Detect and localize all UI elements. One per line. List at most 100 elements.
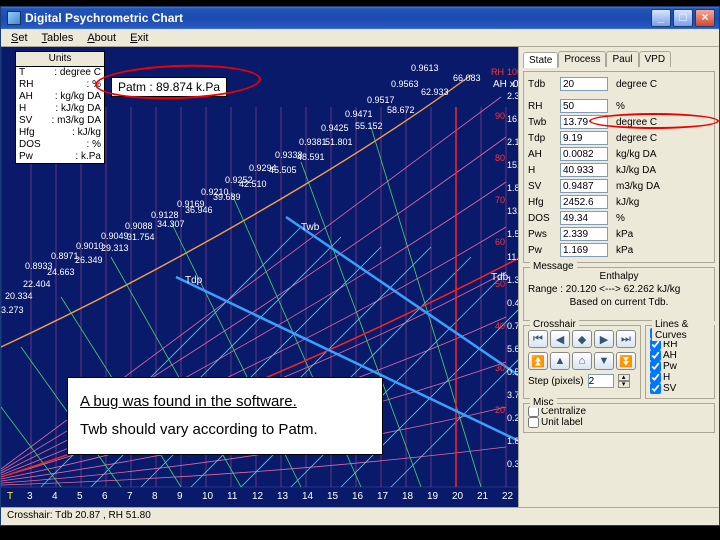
tabs: State Process Paul VPD	[523, 51, 715, 67]
right-scale-tick: 2.150	[507, 137, 518, 147]
window-title: Digital Psychrometric Chart	[25, 11, 651, 25]
right-scale-tick: 0.793	[507, 321, 518, 331]
right-scale-tick: 13.21	[507, 206, 518, 216]
state-row-rh: RH %	[528, 98, 710, 114]
checkbox-ah[interactable]	[650, 350, 661, 361]
right-scale-tick: 3.77	[507, 390, 518, 400]
checkbox-h[interactable]	[650, 372, 661, 383]
checkbox-sv[interactable]	[650, 383, 661, 394]
x-tick: 4	[52, 491, 58, 502]
nav-left-button[interactable]: ◀	[550, 330, 570, 348]
nav-center-button[interactable]: ◆	[572, 330, 592, 348]
patm-readout: Patm : 89.874 k.Pa	[111, 77, 227, 97]
rh-axis-hdr1: RH	[491, 67, 504, 77]
check-h[interactable]: H	[650, 372, 710, 383]
step-down-button[interactable]: ▾	[618, 381, 630, 388]
step-up-button[interactable]: ▴	[618, 374, 630, 381]
state-input-pw[interactable]	[560, 243, 608, 257]
tab-vpd[interactable]: VPD	[639, 51, 672, 67]
right-scale-tick: 1.88	[507, 436, 518, 446]
checkbox-misc[interactable]	[528, 417, 539, 428]
right-scale-tick: 0.351	[507, 459, 518, 469]
x-tick: 8	[152, 491, 158, 502]
state-unit: kPa	[612, 229, 710, 240]
lines-title: Lines & Curves	[652, 319, 714, 341]
x-tick: 5	[77, 491, 83, 502]
state-panel: Tdb degree CRH %Twb degree CTdp degree C…	[523, 71, 715, 263]
units-panel: Units T: degree CRH: %AH: kg/kg DAH: kJ/…	[15, 51, 105, 164]
state-row-twb: Twb degree C	[528, 114, 710, 130]
state-input-tdp[interactable]	[560, 131, 608, 145]
crosshair-title: Crosshair	[530, 319, 579, 330]
state-label: Pw	[528, 245, 556, 256]
state-label: RH	[528, 101, 556, 112]
message-l3: Based on current Tdb.	[528, 296, 710, 309]
state-label: Tdb	[528, 79, 556, 90]
right-scale-tick: 15.01	[507, 160, 518, 170]
state-input-twb[interactable]	[560, 115, 608, 129]
state-input-h[interactable]	[560, 163, 608, 177]
state-input-rh[interactable]	[560, 99, 608, 113]
menu-exit[interactable]: Exit	[124, 31, 154, 45]
state-unit: degree C	[612, 79, 710, 90]
chart-canvas[interactable]: Units T: degree CRH: %AH: kg/kg DAH: kJ/…	[1, 47, 518, 507]
state-label: Hfg	[528, 197, 556, 208]
nav-up-button[interactable]: ▲	[550, 352, 570, 370]
state-unit: kPa	[612, 245, 710, 256]
x-tick: 11	[227, 491, 237, 502]
crosshair-group: Crosshair ⏮ ◀ ◆ ▶ ⏭ ⏫ ▲ ⌂ ▼ ⏬	[523, 325, 641, 399]
tab-paul[interactable]: Paul	[606, 51, 638, 67]
nav-right-button[interactable]: ▶	[594, 330, 614, 348]
state-input-hfg[interactable]	[560, 195, 608, 209]
state-unit: degree C	[612, 133, 710, 144]
minimize-button[interactable]: _	[651, 9, 671, 27]
status-bar: Crosshair: Tdb 20.87 , RH 51.80	[1, 507, 719, 525]
state-unit: degree C	[612, 117, 710, 128]
right-scale-tick: 0.528	[507, 367, 518, 377]
x-tick: 10	[202, 491, 213, 502]
nav-down-fast-button[interactable]: ⏬	[616, 352, 636, 370]
state-input-pws[interactable]	[560, 227, 608, 241]
x-tick: 6	[102, 491, 108, 502]
right-scale-tick: 11.34	[507, 252, 518, 262]
check-unit-label[interactable]: Unit label	[528, 417, 710, 428]
state-row-h: H kJ/kg DA	[528, 162, 710, 178]
state-input-ah[interactable]	[560, 147, 608, 161]
menu-bar: Set Tables About Exit	[1, 29, 719, 47]
x-tick: 15	[327, 491, 338, 502]
right-scale-tick: 2.380	[507, 91, 518, 101]
state-input-tdb[interactable]	[560, 77, 608, 91]
check-sv[interactable]: SV	[650, 383, 710, 394]
nav-right-fast-button[interactable]: ⏭	[616, 330, 636, 348]
state-label: DOS	[528, 213, 556, 224]
check-pw[interactable]: Pw	[650, 361, 710, 372]
x-tick: 13	[277, 491, 288, 502]
side-panel: State Process Paul VPD Tdb degree CRH %T…	[518, 47, 719, 507]
x-tick: 14	[302, 491, 313, 502]
x-axis-label: T	[7, 491, 13, 502]
state-label: Twb	[528, 117, 556, 128]
menu-tables[interactable]: Tables	[36, 31, 80, 45]
menu-set[interactable]: Set	[5, 31, 34, 45]
close-button[interactable]: ×	[695, 9, 715, 27]
bug-line1: A bug was found in the software.	[80, 388, 370, 416]
nav-up-fast-button[interactable]: ⏫	[528, 352, 548, 370]
state-input-sv[interactable]	[560, 179, 608, 193]
state-input-dos[interactable]	[560, 211, 608, 225]
nav-home-button[interactable]: ⌂	[572, 352, 592, 370]
message-group: Message Enthalpy Range : 20.120 <---> 62…	[523, 267, 715, 321]
nav-left-fast-button[interactable]: ⏮	[528, 330, 548, 348]
tab-state[interactable]: State	[523, 52, 558, 68]
checkbox-pw[interactable]	[650, 361, 661, 372]
state-row-tdp: Tdp degree C	[528, 130, 710, 146]
right-scale-tick: 0.436	[507, 298, 518, 308]
state-unit: %	[612, 101, 710, 112]
message-l2: Range : 20.120 <---> 62.262 kJ/kg	[528, 283, 710, 296]
misc-title: Misc	[530, 397, 557, 408]
tab-process[interactable]: Process	[558, 51, 606, 67]
nav-down-button[interactable]: ▼	[594, 352, 614, 370]
menu-about[interactable]: About	[81, 31, 122, 45]
maximize-button[interactable]: □	[673, 9, 693, 27]
step-input[interactable]	[588, 374, 614, 388]
check-ah[interactable]: AH	[650, 350, 710, 361]
